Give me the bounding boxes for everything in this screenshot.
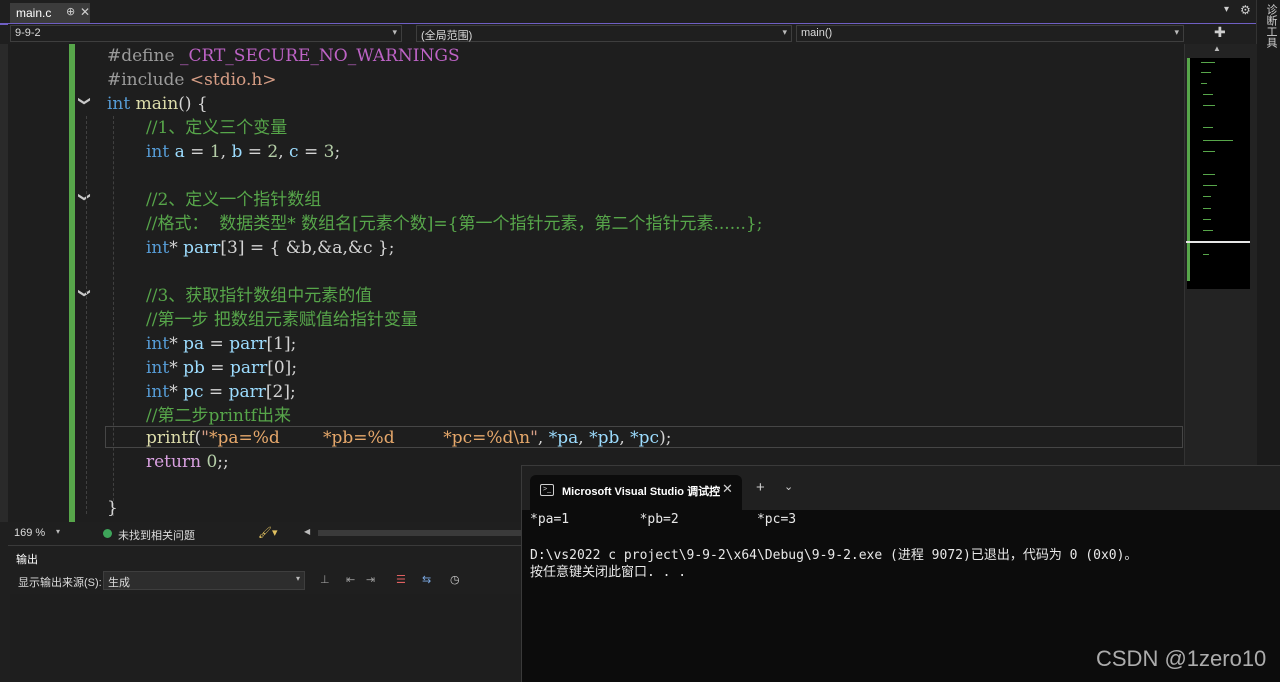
change-tracking-bar	[69, 44, 75, 522]
navigation-bar: 9-9-2 ▾ (全局范围) ▾ main() ▾ ✚	[8, 24, 1256, 42]
console-tab-title: Microsoft Visual Studio 调试控	[562, 486, 721, 498]
code-line: int* pc = parr[2];	[146, 382, 296, 402]
output-panel-title: 输出	[16, 554, 38, 566]
minimap-line	[1203, 94, 1213, 95]
code-editor[interactable]: ❯ ❯ ❯ #define _CRT_SECURE_NO_WARNINGS #i…	[8, 44, 1184, 522]
minimap-line	[1203, 196, 1211, 197]
clear-all-icon[interactable]: ☰	[396, 573, 406, 586]
code-line: int* pb = parr[0];	[146, 358, 298, 378]
find-message-icon[interactable]: ⊥	[320, 573, 330, 586]
minimap-viewport-marker[interactable]	[1186, 241, 1250, 243]
console-output-line: *pa=1 *pb=2 *pc=3	[530, 512, 797, 527]
scroll-up-icon[interactable]: ▲	[1213, 44, 1221, 53]
output-text-area[interactable]	[10, 594, 521, 680]
chevron-down-icon: ▾	[1174, 27, 1179, 37]
next-message-icon[interactable]: ⇥	[366, 573, 375, 586]
pin-icon[interactable]: ⊕	[66, 5, 75, 18]
scope-name: (全局范围)	[421, 30, 473, 42]
chevron-down-icon[interactable]: ⌄	[784, 480, 793, 493]
code-comment: //格式： 数据类型* 数组名[元素个数]={第一个指针元素，第二个指针元素..…	[146, 214, 763, 234]
output-source-select[interactable]: 生成 ▾	[103, 571, 305, 590]
output-panel: 输出 显示输出来源(S): 生成 ▾ ⊥ ⇤ ⇥ ☰ ⇆ ◷	[8, 545, 523, 682]
watermark: CSDN @1zero10	[1096, 646, 1267, 671]
minimap-line	[1201, 62, 1215, 63]
document-tab-bar: main.c ⊕ ✕ ▾ ⚙	[0, 0, 1256, 25]
indent-guide	[113, 116, 114, 516]
diagnostic-tools-label: 诊断工具	[1265, 4, 1277, 48]
output-source-label: 显示输出来源(S):	[18, 577, 102, 589]
code-comment: //第一步 把数组元素赋值给指针变量	[146, 310, 418, 330]
diagnostic-tools-side-tab[interactable]: 诊断工具	[1256, 0, 1280, 522]
code-line: return 0;;	[146, 452, 229, 472]
close-icon[interactable]: ✕	[722, 481, 733, 497]
previous-message-icon[interactable]: ⇤	[346, 573, 355, 586]
scope-dropdown[interactable]: (全局范围) ▾	[416, 25, 792, 42]
terminal-icon: >_	[540, 484, 554, 496]
output-source-value: 生成	[108, 577, 130, 589]
check-circle-icon	[103, 529, 112, 538]
word-wrap-icon[interactable]: ⇆	[422, 573, 431, 586]
console-tab[interactable]: >_ Microsoft Visual Studio 调试控 ✕	[530, 475, 742, 510]
chevron-down-icon: ▾	[782, 27, 787, 37]
project-name: 9-9-2	[15, 27, 41, 39]
horizontal-scrollbar[interactable]	[318, 530, 523, 536]
minimap-line	[1203, 208, 1211, 209]
minimap-line	[1203, 254, 1209, 255]
member-dropdown[interactable]: main() ▾	[796, 25, 1184, 42]
code-comment: //2、定义一个指针数组	[146, 190, 322, 210]
minimap-change-bar	[1187, 58, 1190, 281]
minimap-line	[1203, 127, 1213, 128]
fold-toggle-icon[interactable]: ❯	[78, 96, 92, 106]
code-line: int a = 1, b = 2, c = 3;	[146, 142, 341, 162]
code-line: #define _CRT_SECURE_NO_WARNINGS	[107, 46, 460, 66]
project-dropdown[interactable]: 9-9-2 ▾	[10, 25, 402, 42]
console-titlebar: >_ Microsoft Visual Studio 调试控 ✕ + ⌄	[522, 466, 1280, 510]
chevron-down-icon: ▾	[392, 27, 397, 37]
clock-icon[interactable]: ◷	[450, 573, 460, 586]
code-line: int main() {	[107, 94, 208, 114]
left-tool-strip	[0, 44, 8, 522]
minimap-line	[1203, 230, 1213, 231]
chevron-down-icon: ▾	[295, 574, 300, 583]
minimap[interactable]	[1187, 58, 1250, 289]
minimap-line	[1203, 174, 1215, 175]
zoom-level[interactable]: 169 %	[14, 527, 45, 539]
code-cleanup-icon[interactable]: 🖌▾	[258, 526, 278, 539]
tab-list-dropdown-icon[interactable]: ▾	[1224, 4, 1229, 15]
code-line: #include <stdio.h>	[107, 70, 277, 90]
member-name: main()	[801, 27, 833, 39]
code-line: int* parr[3] = { &b,&a,&c };	[146, 238, 395, 258]
minimap-line	[1201, 72, 1211, 73]
close-tab-icon[interactable]: ✕	[80, 5, 90, 19]
console-output-line: 按任意键关闭此窗口. . .	[530, 565, 687, 580]
scroll-left-icon[interactable]: ◀	[304, 527, 310, 536]
minimap-line	[1203, 140, 1233, 141]
minimap-line	[1203, 105, 1215, 106]
code-line: int* pa = parr[1];	[146, 334, 297, 354]
issues-status[interactable]: 未找到相关问题	[118, 527, 195, 543]
tab-label: main.c	[16, 6, 52, 20]
indent-guide	[86, 116, 87, 514]
minimap-line	[1203, 151, 1215, 152]
gear-icon[interactable]: ⚙	[1240, 3, 1251, 17]
minimap-line	[1201, 83, 1207, 84]
new-tab-button[interactable]: +	[756, 479, 765, 496]
split-editor-icon[interactable]: ✚	[1214, 24, 1226, 41]
tab-main-c[interactable]: main.c ⊕ ✕	[10, 3, 90, 23]
zoom-dropdown-icon[interactable]: ▾	[56, 527, 60, 536]
code-comment: //3、获取指针数组中元素的值	[146, 286, 373, 306]
code-line: }	[107, 498, 118, 518]
code-line: printf("*pa=%d *pb=%d *pc=%d\n", *pa, *p…	[146, 428, 672, 448]
minimap-line	[1203, 219, 1211, 220]
code-comment: //1、定义三个变量	[146, 118, 288, 138]
minimap-line	[1203, 185, 1217, 186]
code-comment: //第二步printf出来	[146, 406, 291, 426]
